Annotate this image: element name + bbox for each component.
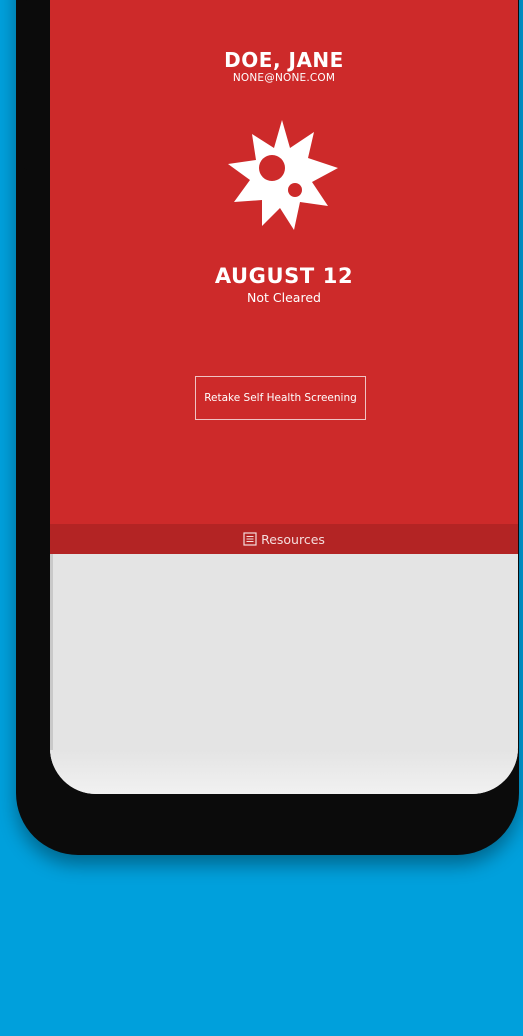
- screening-date: AUGUST 12: [214, 264, 354, 288]
- phone-side-button: [24, 0, 34, 72]
- screen-bottom-area: [50, 750, 518, 794]
- retake-screening-button[interactable]: Retake Self Health Screening: [195, 376, 366, 420]
- virus-icon: [228, 120, 338, 230]
- phone-side-button: [24, 92, 34, 170]
- phone-frame: DOE, JANE NONE@NONE.COM AUGUST 12 Not Cl…: [16, 0, 519, 855]
- virus-spot-large: [259, 155, 285, 181]
- virus-body-shape: [228, 120, 338, 230]
- status-panel: DOE, JANE NONE@NONE.COM AUGUST 12 Not Cl…: [50, 0, 518, 524]
- user-name: DOE, JANE: [224, 48, 344, 72]
- resources-label: Resources: [261, 531, 325, 547]
- resources-tab[interactable]: Resources: [50, 524, 518, 554]
- retake-screening-label: Retake Self Health Screening: [204, 392, 357, 404]
- clearance-status: Not Cleared: [247, 290, 321, 305]
- app-screen: DOE, JANE NONE@NONE.COM AUGUST 12 Not Cl…: [50, 0, 518, 794]
- virus-spot-small: [288, 183, 302, 197]
- user-email: NONE@NONE.COM: [232, 72, 336, 84]
- document-icon: [243, 532, 257, 546]
